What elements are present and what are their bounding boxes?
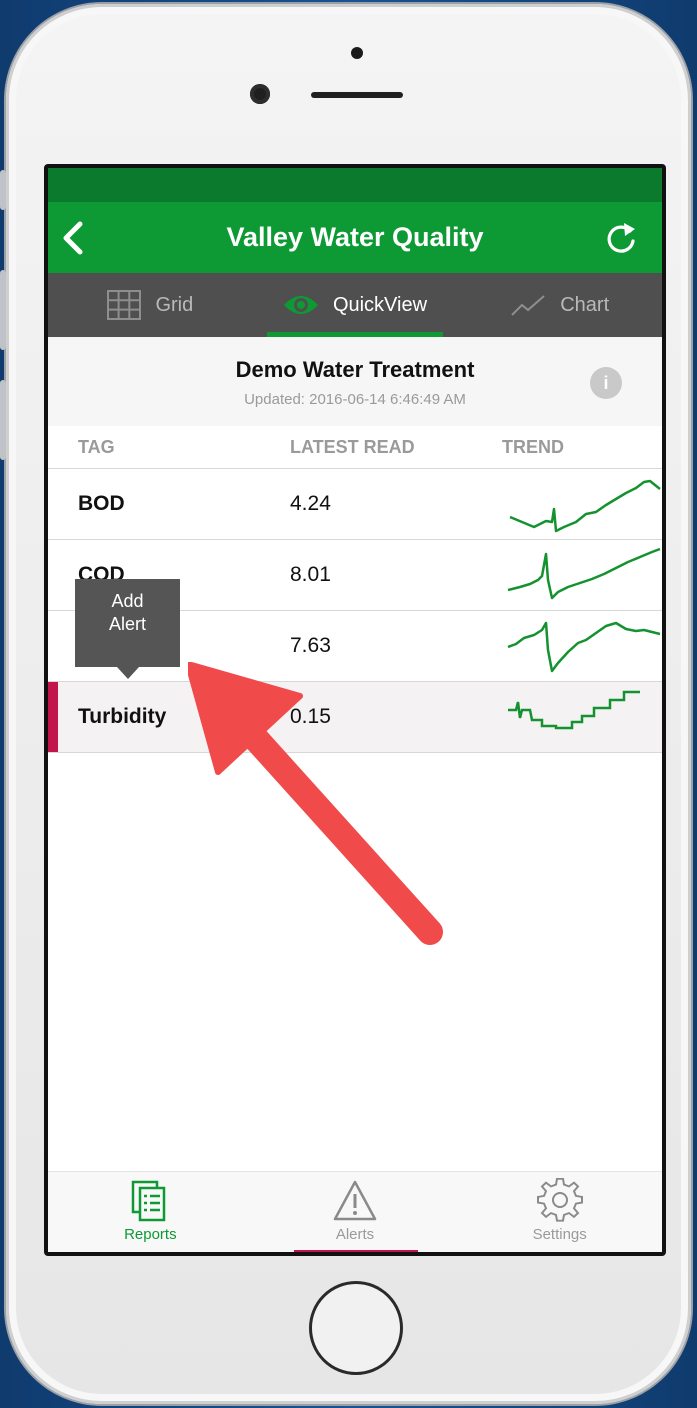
app-screen: Valley Water Quality Grid QuickView Char… xyxy=(48,168,662,1252)
status-bar xyxy=(48,168,662,202)
trend-sparkline xyxy=(509,479,661,533)
back-chevron-icon[interactable] xyxy=(58,220,88,256)
grid-icon xyxy=(107,290,142,320)
tab-alerts[interactable]: Alerts xyxy=(253,1172,458,1252)
tab-reports[interactable]: Reports xyxy=(48,1172,253,1252)
gear-icon xyxy=(536,1178,583,1222)
tooltip-line-1: Add xyxy=(111,591,144,611)
volume-up-button xyxy=(0,270,6,350)
refresh-icon[interactable] xyxy=(604,220,638,256)
earpiece-speaker xyxy=(311,92,403,98)
report-title: Demo Water Treatment xyxy=(235,357,475,382)
column-tag: TAG xyxy=(78,436,115,457)
alert-triangle-icon xyxy=(333,1180,377,1221)
tooltip-line-2: Alert xyxy=(108,614,146,634)
row-value: 8.01 xyxy=(290,563,331,586)
row-value: 7.63 xyxy=(290,634,331,657)
reports-icon xyxy=(132,1180,166,1222)
info-icon[interactable]: i xyxy=(590,367,622,399)
page-title: Valley Water Quality xyxy=(226,222,484,252)
row-tag: BOD xyxy=(78,492,125,515)
tab-settings-label: Settings xyxy=(532,1226,587,1243)
segment-tabs: Grid QuickView Chart xyxy=(48,273,662,337)
tab-reports-label: Reports xyxy=(124,1226,177,1243)
phone-frame: Valley Water Quality Grid QuickView Char… xyxy=(6,4,691,1404)
row-value: 4.24 xyxy=(290,492,331,515)
tab-alerts-label: Alerts xyxy=(335,1226,375,1243)
updated-timestamp: Updated: 2016-06-14 6:46:49 AM xyxy=(244,391,466,408)
screen: Valley Water Quality Grid QuickView Char… xyxy=(44,164,666,1256)
bottom-tab-bar: Reports Alerts Settings xyxy=(48,1171,662,1252)
mute-switch xyxy=(0,170,6,210)
front-camera xyxy=(250,84,270,104)
eye-icon xyxy=(283,296,318,314)
home-button[interactable] xyxy=(309,1281,403,1375)
sensor-dot xyxy=(351,47,363,59)
trend-sparkline xyxy=(507,621,661,673)
table-row[interactable]: BOD 4.24 xyxy=(48,469,662,540)
trend-sparkline xyxy=(507,547,661,600)
report-header: Demo Water Treatment Updated: 2016-06-14… xyxy=(48,337,662,426)
volume-down-button xyxy=(0,380,6,460)
trend-sparkline xyxy=(508,690,640,730)
chart-line-icon xyxy=(511,295,545,316)
tab-settings[interactable]: Settings xyxy=(457,1172,662,1252)
column-trend: TREND xyxy=(502,436,564,457)
annotation-arrow xyxy=(188,662,443,945)
active-indicator xyxy=(294,1250,418,1252)
tab-quickview-label: QuickView xyxy=(332,293,428,316)
tab-grid[interactable]: Grid xyxy=(48,273,253,337)
tab-quickview[interactable]: QuickView xyxy=(253,273,458,337)
nav-bar: Valley Water Quality xyxy=(48,202,662,273)
table-header: TAG LATEST READ TREND xyxy=(48,426,662,469)
column-latest-read: LATEST READ xyxy=(290,436,415,457)
add-alert-tooltip[interactable]: Add Alert xyxy=(75,579,180,679)
tab-chart[interactable]: Chart xyxy=(457,273,662,337)
tab-chart-label: Chart xyxy=(560,293,610,316)
tab-grid-label: Grid xyxy=(155,293,194,316)
